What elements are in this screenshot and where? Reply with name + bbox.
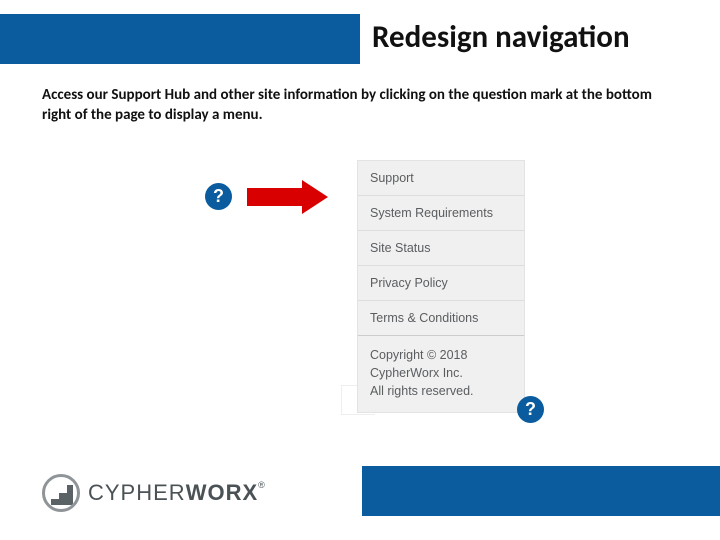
menu-item-support[interactable]: Support <box>358 161 524 196</box>
menu-copyright: Copyright © 2018 CypherWorx Inc. All rig… <box>358 335 524 412</box>
page-title: Redesign navigation <box>372 18 630 56</box>
logo-wordmark: CYPHERWORX® <box>88 480 266 506</box>
support-menu-panel: Support System Requirements Site Status … <box>357 160 525 413</box>
menu-item-system-requirements[interactable]: System Requirements <box>358 196 524 231</box>
arrow-icon <box>247 180 331 214</box>
logo-part2: WORX <box>186 480 258 505</box>
help-icon[interactable]: ? <box>517 396 544 423</box>
header-accent-bar <box>0 14 360 64</box>
description-text: Access our Support Hub and other site in… <box>42 85 678 126</box>
menu-item-terms-conditions[interactable]: Terms & Conditions <box>358 301 524 335</box>
footer-accent-bar <box>362 466 720 516</box>
cypherworx-logo: CYPHERWORX® <box>42 474 266 512</box>
menu-item-privacy-policy[interactable]: Privacy Policy <box>358 266 524 301</box>
copyright-line: Copyright © 2018 <box>370 346 512 364</box>
copyright-line: CypherWorx Inc. <box>370 364 512 382</box>
copyright-line: All rights reserved. <box>370 382 512 400</box>
logo-mark-icon <box>42 474 80 512</box>
trademark-symbol: ® <box>258 480 266 490</box>
help-icon[interactable]: ? <box>205 183 232 210</box>
illustration-area: ? Support System Requirements Site Statu… <box>205 160 545 420</box>
menu-item-site-status[interactable]: Site Status <box>358 231 524 266</box>
logo-part1: CYPHER <box>88 480 186 505</box>
